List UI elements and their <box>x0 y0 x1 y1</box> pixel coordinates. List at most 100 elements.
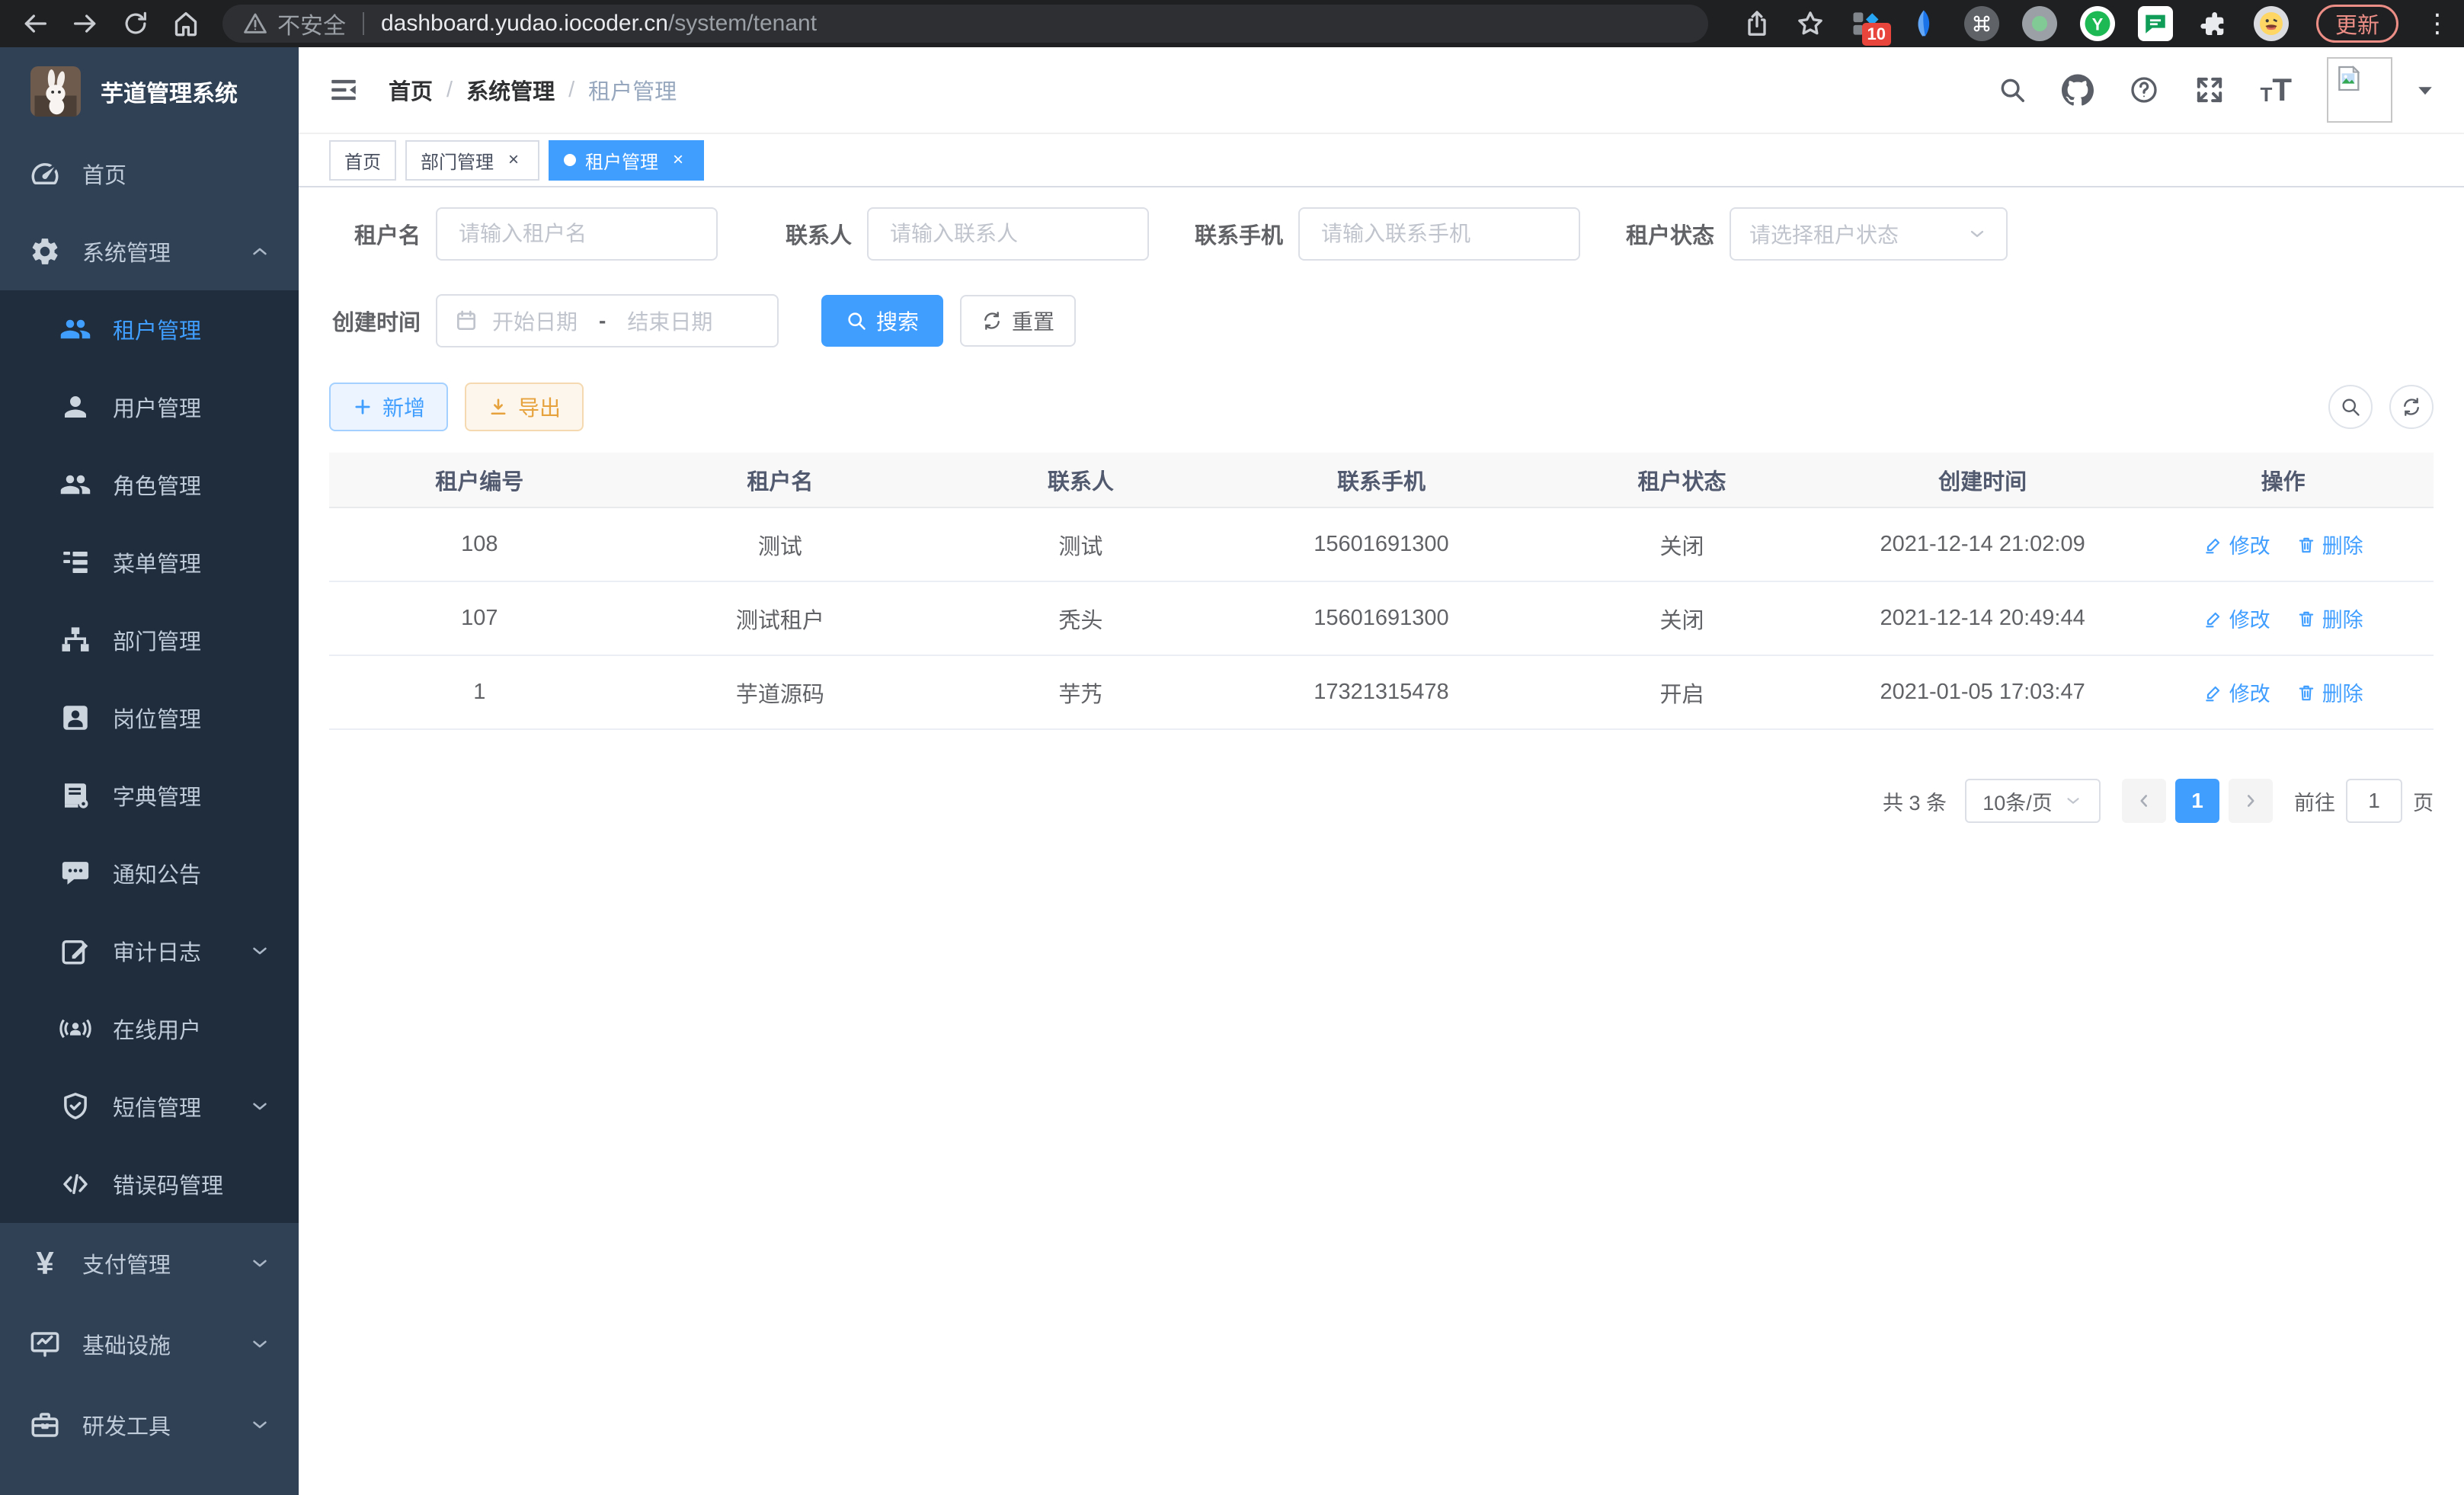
reset-button[interactable]: 重置 <box>960 295 1076 347</box>
extension-chat-icon[interactable] <box>2138 6 2173 41</box>
export-button[interactable]: 导出 <box>465 383 584 431</box>
caret-down-icon[interactable] <box>2414 78 2437 101</box>
contact-input[interactable] <box>867 207 1149 261</box>
app-title: 芋道管理系统 <box>101 75 238 108</box>
sidebar-toggle-icon[interactable] <box>328 74 360 106</box>
tab-home[interactable]: 首页 <box>329 140 396 181</box>
extension-y-icon[interactable]: Y <box>2080 6 2115 41</box>
broken-image-icon <box>2333 63 2363 94</box>
header-search-icon[interactable] <box>1998 75 2027 104</box>
refresh-table-button[interactable] <box>2389 385 2434 429</box>
chevron-down-icon <box>248 1252 271 1275</box>
delete-link[interactable]: 删除 <box>2296 677 2363 707</box>
fullscreen-icon[interactable] <box>2194 75 2225 105</box>
browser-back-button[interactable] <box>14 2 56 45</box>
mobile-input[interactable] <box>1298 207 1580 261</box>
sidebar-item-dev-tools[interactable]: 研发工具 <box>0 1385 299 1465</box>
security-label[interactable]: 不安全 <box>277 7 346 40</box>
sidebar-item-label: 系统管理 <box>82 235 171 267</box>
browser-forward-button[interactable] <box>64 2 107 45</box>
app-logo[interactable]: 芋道管理系统 <box>0 47 299 135</box>
github-icon[interactable] <box>2062 74 2094 106</box>
status-select[interactable]: 请选择租户状态 <box>1730 207 2008 261</box>
tree-list-icon <box>58 545 93 580</box>
sidebar-item-user[interactable]: 用户管理 <box>0 368 299 446</box>
edit-link[interactable]: 修改 <box>2203 603 2270 633</box>
sidebar-item-online-users[interactable]: 在线用户 <box>0 990 299 1068</box>
cell-created: 2021-12-14 21:02:09 <box>1832 507 2133 581</box>
sidebar-item-error-code[interactable]: 错误码管理 <box>0 1145 299 1223</box>
page-size-select[interactable]: 10条/页 <box>1965 779 2101 823</box>
prev-page-button[interactable] <box>2122 779 2166 823</box>
sidebar-item-audit-log[interactable]: 审计日志 <box>0 912 299 990</box>
security-warning-icon[interactable] <box>242 11 268 37</box>
chevron-down-icon <box>1966 223 1988 245</box>
edit-link[interactable]: 修改 <box>2203 530 2270 559</box>
extensions-puzzle-icon[interactable] <box>2196 6 2231 41</box>
page-number-1[interactable]: 1 <box>2175 779 2219 823</box>
sidebar-item-dict[interactable]: 字典管理 <box>0 757 299 834</box>
close-icon[interactable]: × <box>667 149 689 171</box>
url-host[interactable]: dashboard.yudao.iocoder.cn <box>381 11 668 37</box>
browser-update-button[interactable]: 更新 <box>2316 5 2398 43</box>
sidebar-item-system[interactable]: 系统管理 <box>0 213 299 290</box>
sidebar-item-menu[interactable]: 菜单管理 <box>0 523 299 601</box>
extension-balloon-icon[interactable] <box>1906 6 1941 41</box>
cell-tenant-name: 芋道源码 <box>630 655 931 729</box>
help-icon[interactable] <box>2129 75 2159 105</box>
sidebar-item-notice[interactable]: 通知公告 <box>0 834 299 912</box>
delete-link[interactable]: 删除 <box>2296 603 2363 633</box>
sidebar-item-label: 支付管理 <box>82 1247 171 1279</box>
breadcrumb: 首页 / 系统管理 / 租户管理 <box>389 74 677 106</box>
profile-avatar-icon[interactable] <box>2254 6 2289 41</box>
sidebar-item-infra[interactable]: 基础设施 <box>0 1304 299 1385</box>
browser-menu-icon[interactable]: ⋮ <box>2424 8 2450 39</box>
breadcrumb-section[interactable]: 系统管理 <box>466 74 555 106</box>
edit-link[interactable]: 修改 <box>2203 677 2270 707</box>
sidebar-item-role[interactable]: 角色管理 <box>0 446 299 523</box>
toggle-search-button[interactable] <box>2328 385 2373 429</box>
yen-icon: ¥ <box>27 1246 62 1281</box>
close-icon[interactable]: × <box>503 149 524 171</box>
pagination: 共 3 条 10条/页 1 前往 页 <box>329 779 2434 823</box>
extension-dot-icon[interactable] <box>2022 6 2057 41</box>
cell-mobile: 15601691300 <box>1231 581 1532 655</box>
edit-log-icon <box>58 933 93 968</box>
cell-tenant-name: 测试租户 <box>630 581 931 655</box>
bookmark-star-icon[interactable] <box>1795 8 1826 39</box>
extension-command-icon[interactable] <box>1964 6 1999 41</box>
cell-created: 2021-01-05 17:03:47 <box>1832 655 2133 729</box>
browser-reload-button[interactable] <box>114 2 157 45</box>
address-bar[interactable]: 不安全 dashboard.yudao.iocoder.cn /system/t… <box>222 5 1708 43</box>
breadcrumb-home[interactable]: 首页 <box>389 74 433 106</box>
browser-home-button[interactable] <box>165 2 207 45</box>
search-button[interactable]: 搜索 <box>821 295 943 347</box>
sidebar-item-label: 短信管理 <box>113 1090 201 1122</box>
sidebar-item-post[interactable]: 岗位管理 <box>0 679 299 757</box>
tab-tenant[interactable]: 租户管理 × <box>549 140 704 181</box>
refresh-icon <box>981 310 1003 331</box>
add-button[interactable]: 新增 <box>329 383 448 431</box>
sidebar-item-payment[interactable]: ¥ 支付管理 <box>0 1223 299 1304</box>
next-page-button[interactable] <box>2229 779 2273 823</box>
tab-dept[interactable]: 部门管理 × <box>405 140 539 181</box>
sidebar-item-home[interactable]: 首页 <box>0 135 299 213</box>
extension-tab-manager-icon[interactable]: 10 <box>1848 6 1883 41</box>
create-time-range-picker[interactable]: 开始日期 - 结束日期 <box>436 294 779 347</box>
edit-pencil-icon <box>2203 609 2223 629</box>
goto-page-input[interactable] <box>2346 779 2402 823</box>
share-icon[interactable] <box>1742 8 1772 39</box>
sidebar-item-dept[interactable]: 部门管理 <box>0 601 299 679</box>
sidebar-item-sms[interactable]: 短信管理 <box>0 1068 299 1145</box>
edit-pencil-icon <box>2203 683 2223 703</box>
sidebar-item-tenant[interactable]: 租户管理 <box>0 290 299 368</box>
url-path[interactable]: /system/tenant <box>668 11 817 37</box>
user-avatar[interactable] <box>2327 57 2392 123</box>
monitor-icon <box>27 1327 62 1362</box>
delete-link[interactable]: 删除 <box>2296 530 2363 559</box>
font-size-icon[interactable]: TT <box>2260 75 2292 104</box>
status-select-placeholder: 请选择租户状态 <box>1749 219 1899 249</box>
tenant-name-input[interactable] <box>436 207 718 261</box>
reload-icon <box>121 9 150 38</box>
sidebar: 芋道管理系统 首页 系统管理 租户管理 <box>0 47 299 1495</box>
